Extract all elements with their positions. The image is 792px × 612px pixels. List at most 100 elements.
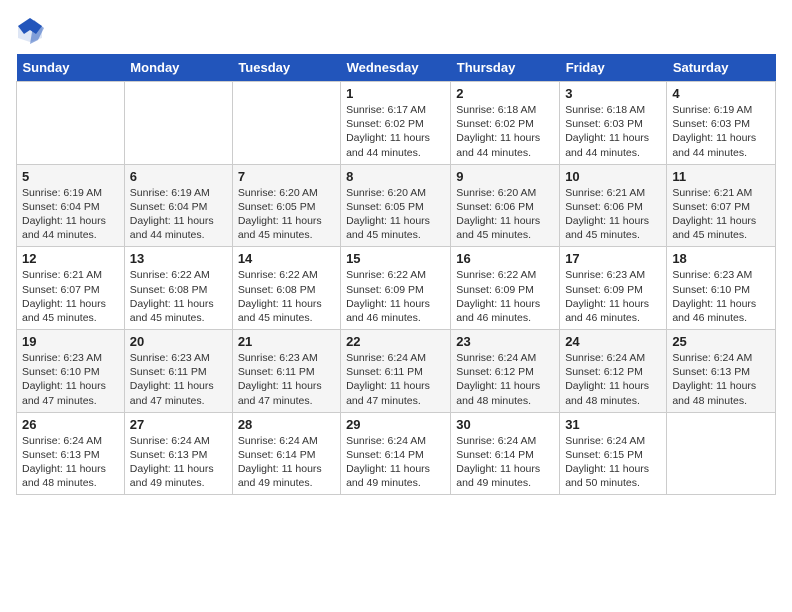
calendar-cell [232, 82, 340, 165]
day-info: Sunrise: 6:24 AM Sunset: 6:12 PM Dayligh… [565, 351, 661, 408]
calendar-cell: 8Sunrise: 6:20 AM Sunset: 6:05 PM Daylig… [341, 164, 451, 247]
calendar-week-3: 12 Sunrise: 6:21 AM Sunset: 6:07 PM Dayli… [17, 247, 776, 330]
day-info: Sunrise: 6:23 AM Sunset: 6:11 PM Dayligh… [130, 351, 227, 408]
day-info: Sunrise: 6:19 AM Sunset: 6:03 PM Dayligh… [672, 103, 770, 160]
day-info: Sunrise: 6:18 AM Sunset: 6:03 PM Dayligh… [565, 103, 661, 160]
day-info: Sunrise: 6:23 AM Sunset: 6:09 PM Dayligh… [565, 268, 661, 325]
day-number: 18 [672, 251, 770, 266]
day-info: Sunrise: 6:24 AM Sunset: 6:14 PM Dayligh… [346, 434, 445, 491]
day-info: Sunrise: 6:17 AM Sunset: 6:02 PM Dayligh… [346, 103, 445, 160]
day-number: 3 [565, 86, 661, 101]
calendar-cell: 11Sunrise: 6:21 AM Sunset: 6:07 PM Dayli… [667, 164, 776, 247]
calendar-cell: 12 Sunrise: 6:21 AM Sunset: 6:07 PM Dayli… [17, 247, 125, 330]
calendar-cell [17, 82, 125, 165]
day-number: 4 [672, 86, 770, 101]
calendar-cell: 9 Sunrise: 6:20 AM Sunset: 6:06 PM Daylig… [451, 164, 560, 247]
calendar-week-5: 26 Sunrise: 6:24 AM Sunset: 6:13 PM Dayli… [17, 412, 776, 495]
day-info: Sunrise: 6:24 AM Sunset: 6:11 PM Dayligh… [346, 351, 445, 408]
day-info: Sunrise: 6:24 AM Sunset: 6:13 PM Dayligh… [672, 351, 770, 408]
calendar-cell: 28 Sunrise: 6:24 AM Sunset: 6:14 PM Dayli… [232, 412, 340, 495]
calendar-cell: 16 Sunrise: 6:22 AM Sunset: 6:09 PM Dayli… [451, 247, 560, 330]
day-number: 28 [238, 417, 335, 432]
calendar-cell: 26 Sunrise: 6:24 AM Sunset: 6:13 PM Dayli… [17, 412, 125, 495]
day-info: Sunrise: 6:22 AM Sunset: 6:09 PM Dayligh… [456, 268, 554, 325]
calendar-cell: 1 Sunrise: 6:17 AM Sunset: 6:02 PM Daylig… [341, 82, 451, 165]
day-number: 6 [130, 169, 227, 184]
calendar-cell: 14Sunrise: 6:22 AM Sunset: 6:08 PM Dayli… [232, 247, 340, 330]
day-number: 31 [565, 417, 661, 432]
calendar-cell: 6Sunrise: 6:19 AM Sunset: 6:04 PM Daylig… [124, 164, 232, 247]
day-info: Sunrise: 6:24 AM Sunset: 6:15 PM Dayligh… [565, 434, 661, 491]
day-info: Sunrise: 6:24 AM Sunset: 6:13 PM Dayligh… [22, 434, 119, 491]
calendar-cell: 4 Sunrise: 6:19 AM Sunset: 6:03 PM Daylig… [667, 82, 776, 165]
day-info: Sunrise: 6:21 AM Sunset: 6:06 PM Dayligh… [565, 186, 661, 243]
calendar-cell: 20Sunrise: 6:23 AM Sunset: 6:11 PM Dayli… [124, 330, 232, 413]
day-info: Sunrise: 6:24 AM Sunset: 6:13 PM Dayligh… [130, 434, 227, 491]
day-number: 25 [672, 334, 770, 349]
logo [16, 16, 46, 44]
calendar-cell: 22 Sunrise: 6:24 AM Sunset: 6:11 PM Dayli… [341, 330, 451, 413]
day-number: 24 [565, 334, 661, 349]
weekday-header-thursday: Thursday [451, 54, 560, 82]
calendar-table: SundayMondayTuesdayWednesdayThursdayFrid… [16, 54, 776, 495]
day-number: 14 [238, 251, 335, 266]
calendar-cell: 29 Sunrise: 6:24 AM Sunset: 6:14 PM Dayli… [341, 412, 451, 495]
day-number: 15 [346, 251, 445, 266]
calendar-cell: 31 Sunrise: 6:24 AM Sunset: 6:15 PM Dayli… [560, 412, 667, 495]
day-number: 22 [346, 334, 445, 349]
day-number: 16 [456, 251, 554, 266]
day-info: Sunrise: 6:24 AM Sunset: 6:12 PM Dayligh… [456, 351, 554, 408]
calendar-cell: 10Sunrise: 6:21 AM Sunset: 6:06 PM Dayli… [560, 164, 667, 247]
calendar-cell: 27 Sunrise: 6:24 AM Sunset: 6:13 PM Dayli… [124, 412, 232, 495]
day-info: Sunrise: 6:23 AM Sunset: 6:10 PM Dayligh… [672, 268, 770, 325]
calendar-cell [667, 412, 776, 495]
day-number: 19 [22, 334, 119, 349]
day-info: Sunrise: 6:23 AM Sunset: 6:11 PM Dayligh… [238, 351, 335, 408]
day-number: 5 [22, 169, 119, 184]
calendar-cell: 15 Sunrise: 6:22 AM Sunset: 6:09 PM Dayli… [341, 247, 451, 330]
weekday-header-row: SundayMondayTuesdayWednesdayThursdayFrid… [17, 54, 776, 82]
day-number: 1 [346, 86, 445, 101]
weekday-header-sunday: Sunday [17, 54, 125, 82]
day-number: 17 [565, 251, 661, 266]
calendar-cell: 19Sunrise: 6:23 AM Sunset: 6:10 PM Dayli… [17, 330, 125, 413]
weekday-header-monday: Monday [124, 54, 232, 82]
day-info: Sunrise: 6:21 AM Sunset: 6:07 PM Dayligh… [22, 268, 119, 325]
day-number: 13 [130, 251, 227, 266]
day-number: 9 [456, 169, 554, 184]
calendar-cell: 13Sunrise: 6:22 AM Sunset: 6:08 PM Dayli… [124, 247, 232, 330]
day-number: 27 [130, 417, 227, 432]
day-number: 29 [346, 417, 445, 432]
calendar-week-4: 19Sunrise: 6:23 AM Sunset: 6:10 PM Dayli… [17, 330, 776, 413]
day-info: Sunrise: 6:24 AM Sunset: 6:14 PM Dayligh… [238, 434, 335, 491]
weekday-header-friday: Friday [560, 54, 667, 82]
day-number: 7 [238, 169, 335, 184]
day-number: 26 [22, 417, 119, 432]
calendar-cell: 30Sunrise: 6:24 AM Sunset: 6:14 PM Dayli… [451, 412, 560, 495]
calendar-cell: 3 Sunrise: 6:18 AM Sunset: 6:03 PM Daylig… [560, 82, 667, 165]
calendar-cell: 2 Sunrise: 6:18 AM Sunset: 6:02 PM Daylig… [451, 82, 560, 165]
calendar-cell: 25 Sunrise: 6:24 AM Sunset: 6:13 PM Dayli… [667, 330, 776, 413]
day-info: Sunrise: 6:20 AM Sunset: 6:06 PM Dayligh… [456, 186, 554, 243]
day-info: Sunrise: 6:18 AM Sunset: 6:02 PM Dayligh… [456, 103, 554, 160]
calendar-cell: 24 Sunrise: 6:24 AM Sunset: 6:12 PM Dayli… [560, 330, 667, 413]
day-number: 23 [456, 334, 554, 349]
weekday-header-saturday: Saturday [667, 54, 776, 82]
day-number: 12 [22, 251, 119, 266]
day-number: 11 [672, 169, 770, 184]
calendar-cell: 5 Sunrise: 6:19 AM Sunset: 6:04 PM Daylig… [17, 164, 125, 247]
page-header [16, 16, 776, 44]
calendar-cell [124, 82, 232, 165]
day-info: Sunrise: 6:20 AM Sunset: 6:05 PM Dayligh… [238, 186, 335, 243]
logo-icon [16, 16, 44, 44]
weekday-header-tuesday: Tuesday [232, 54, 340, 82]
day-info: Sunrise: 6:22 AM Sunset: 6:09 PM Dayligh… [346, 268, 445, 325]
weekday-header-wednesday: Wednesday [341, 54, 451, 82]
calendar-cell: 7 Sunrise: 6:20 AM Sunset: 6:05 PM Daylig… [232, 164, 340, 247]
calendar-week-2: 5 Sunrise: 6:19 AM Sunset: 6:04 PM Daylig… [17, 164, 776, 247]
day-info: Sunrise: 6:19 AM Sunset: 6:04 PM Dayligh… [22, 186, 119, 243]
day-number: 30 [456, 417, 554, 432]
day-number: 21 [238, 334, 335, 349]
day-number: 2 [456, 86, 554, 101]
day-info: Sunrise: 6:20 AM Sunset: 6:05 PM Dayligh… [346, 186, 445, 243]
